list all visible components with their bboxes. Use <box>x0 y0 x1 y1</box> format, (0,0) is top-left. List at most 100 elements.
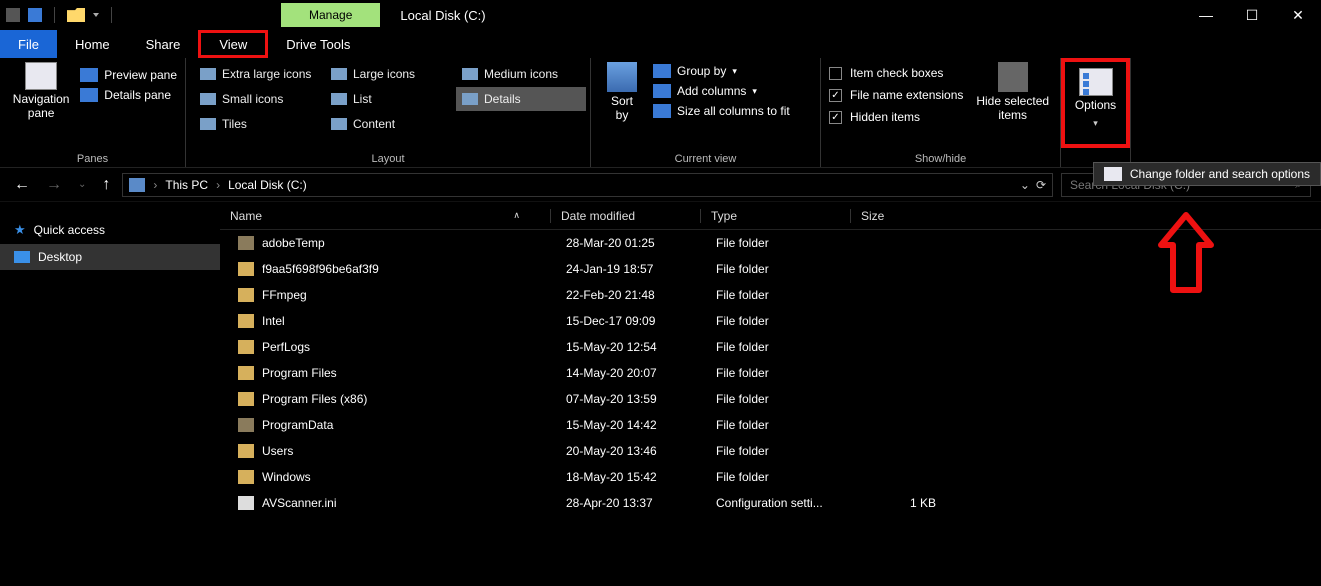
navigation-tree: ★ Quick access Desktop <box>0 202 220 586</box>
file-type: File folder <box>716 444 866 458</box>
details-pane-button[interactable]: Details pane <box>80 88 177 102</box>
close-button[interactable]: ✕ <box>1275 0 1321 30</box>
refresh-icon[interactable]: ⟳ <box>1036 178 1046 192</box>
preview-pane-button[interactable]: Preview pane <box>80 68 177 82</box>
file-row[interactable]: AVScanner.ini28-Apr-20 13:37Configuratio… <box>220 490 1321 516</box>
layout-option-tiles[interactable]: Tiles <box>194 112 324 136</box>
maximize-button[interactable]: ☐ <box>1229 0 1275 30</box>
layout-option-extra-large-icons[interactable]: Extra large icons <box>194 62 324 86</box>
group-label-current-view: Current view <box>599 149 812 165</box>
sort-by-button[interactable]: Sort by <box>599 62 645 122</box>
star-icon: ★ <box>14 222 26 238</box>
file-name: Program Files <box>262 366 566 380</box>
folder-icon <box>238 470 254 484</box>
breadcrumb-history-icon[interactable]: ⌄ <box>1020 178 1030 192</box>
layout-option-medium-icons[interactable]: Medium icons <box>456 62 586 86</box>
navigation-pane-button[interactable]: Navigation pane <box>8 62 74 120</box>
column-header-size[interactable]: Size <box>850 209 950 223</box>
layout-icon <box>200 93 216 105</box>
tab-home[interactable]: Home <box>57 30 128 58</box>
checkbox-icon: ✓ <box>829 111 842 124</box>
size-columns-icon <box>653 104 671 118</box>
file-row[interactable]: Users20-May-20 13:46File folder <box>220 438 1321 464</box>
details-pane-icon <box>80 88 98 102</box>
hidden-items-checkbox[interactable]: ✓Hidden items <box>829 110 963 124</box>
qat-dropdown-icon[interactable] <box>93 13 99 17</box>
tab-view[interactable]: View <box>198 30 268 58</box>
file-type: Configuration setti... <box>716 496 866 510</box>
quick-access-toolbar <box>0 7 116 23</box>
layout-option-details[interactable]: Details <box>456 87 586 111</box>
file-row[interactable]: ProgramData15-May-20 14:42File folder <box>220 412 1321 438</box>
layout-option-list[interactable]: List <box>325 87 455 111</box>
minimize-button[interactable]: — <box>1183 0 1229 30</box>
back-button[interactable]: ← <box>10 176 34 194</box>
ribbon-group-layout: Extra large iconsLarge iconsMedium icons… <box>186 58 591 167</box>
folder-icon <box>238 444 254 458</box>
options-button[interactable]: Options ▾ <box>1061 58 1130 148</box>
folder-icon <box>238 340 254 354</box>
size-columns-button[interactable]: Size all columns to fit <box>653 104 790 118</box>
ribbon-group-options: Options ▾ <box>1061 58 1131 167</box>
up-button[interactable]: ↑ <box>98 176 114 194</box>
folder-icon <box>238 314 254 328</box>
item-check-boxes-checkbox[interactable]: Item check boxes <box>829 66 963 80</box>
layout-option-small-icons[interactable]: Small icons <box>194 87 324 111</box>
file-row[interactable]: Program Files (x86)07-May-20 13:59File f… <box>220 386 1321 412</box>
ribbon-group-show-hide: Item check boxes ✓File name extensions ✓… <box>821 58 1061 167</box>
file-name-extensions-checkbox[interactable]: ✓File name extensions <box>829 88 963 102</box>
file-type: File folder <box>716 340 866 354</box>
folder-icon[interactable] <box>67 8 85 22</box>
ribbon-tabs: File Home Share View Drive Tools ⌃ ? <box>0 30 1321 58</box>
add-columns-button[interactable]: Add columns ▾ <box>653 84 790 98</box>
layout-icon <box>331 93 347 105</box>
drive-icon <box>129 178 145 192</box>
folder-icon <box>238 236 254 250</box>
hide-selected-icon <box>998 62 1028 92</box>
navigation-pane-icon <box>25 62 57 90</box>
ribbon: Navigation pane Preview pane Details pan… <box>0 58 1321 168</box>
folder-icon <box>238 366 254 380</box>
checkbox-icon <box>829 67 842 80</box>
column-header-date[interactable]: Date modified <box>550 209 700 223</box>
manage-context-tab[interactable]: Manage <box>281 3 380 27</box>
tab-drive-tools[interactable]: Drive Tools <box>268 30 368 58</box>
file-type: File folder <box>716 314 866 328</box>
layout-icon <box>200 118 216 130</box>
tree-item-desktop[interactable]: Desktop <box>0 244 220 270</box>
layout-option-content[interactable]: Content <box>325 112 455 136</box>
file-row[interactable]: PerfLogs15-May-20 12:54File folder <box>220 334 1321 360</box>
folder-icon <box>238 288 254 302</box>
file-date: 24-Jan-19 18:57 <box>566 262 716 276</box>
properties-icon[interactable] <box>28 8 42 22</box>
desktop-icon <box>14 251 30 263</box>
file-row[interactable]: Program Files14-May-20 20:07File folder <box>220 360 1321 386</box>
options-dropdown-item[interactable]: Change folder and search options <box>1093 162 1321 186</box>
file-date: 28-Apr-20 13:37 <box>566 496 716 510</box>
layout-icon <box>462 68 478 80</box>
preview-pane-icon <box>80 68 98 82</box>
column-header-type[interactable]: Type <box>700 209 850 223</box>
window-title: Local Disk (C:) <box>400 8 485 23</box>
file-type: File folder <box>716 288 866 302</box>
breadcrumb[interactable]: › This PC › Local Disk (C:) ⌄ ⟳ <box>122 173 1053 197</box>
recent-locations-button[interactable]: ⌄ <box>74 179 90 190</box>
tab-file[interactable]: File <box>0 30 57 58</box>
breadcrumb-this-pc[interactable]: This PC <box>165 178 208 192</box>
tab-share[interactable]: Share <box>128 30 199 58</box>
layout-option-large-icons[interactable]: Large icons <box>325 62 455 86</box>
file-row[interactable]: Intel15-Dec-17 09:09File folder <box>220 308 1321 334</box>
file-name: f9aa5f698f96be6af3f9 <box>262 262 566 276</box>
forward-button[interactable]: → <box>42 176 66 194</box>
breadcrumb-local-disk[interactable]: Local Disk (C:) <box>228 178 307 192</box>
file-row[interactable]: Windows18-May-20 15:42File folder <box>220 464 1321 490</box>
group-label-show-hide: Show/hide <box>829 149 1052 165</box>
main-content: ★ Quick access Desktop Name∧ Date modifi… <box>0 202 1321 586</box>
group-by-button[interactable]: Group by ▾ <box>653 64 790 78</box>
column-header-name[interactable]: Name∧ <box>220 209 550 223</box>
file-date: 07-May-20 13:59 <box>566 392 716 406</box>
ribbon-group-current-view: Sort by Group by ▾ Add columns ▾ Size al… <box>591 58 821 167</box>
hide-selected-items-button[interactable]: Hide selected items <box>973 62 1052 124</box>
tree-item-quick-access[interactable]: ★ Quick access <box>0 216 220 244</box>
folder-icon <box>238 418 254 432</box>
